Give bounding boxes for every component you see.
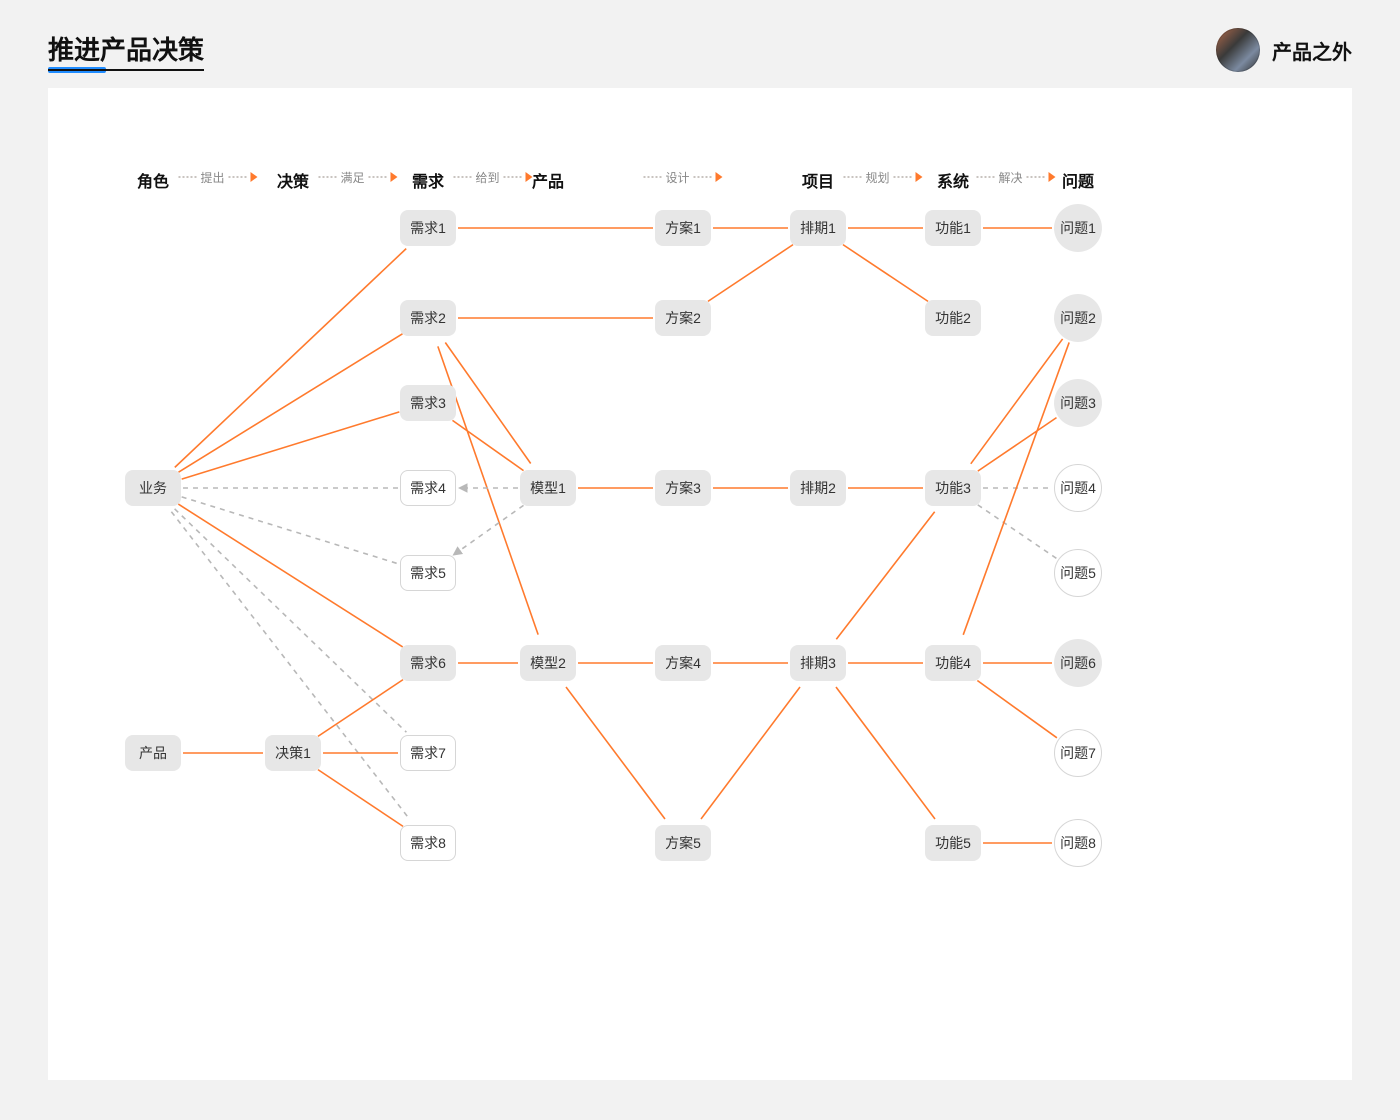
node-pln5: 方案5 — [655, 825, 711, 861]
node-req7: 需求7 — [400, 735, 456, 771]
node-req4: 需求4 — [400, 470, 456, 506]
header-arrow: 满足 — [318, 170, 397, 184]
edge — [452, 505, 523, 555]
node-fn5: 功能5 — [925, 825, 981, 861]
node-pln3: 方案3 — [655, 470, 711, 506]
node-sch3: 排期3 — [790, 645, 846, 681]
edge — [318, 770, 403, 827]
header-arrow: 提出 — [178, 170, 257, 184]
edge — [566, 687, 665, 819]
edge — [977, 681, 1057, 738]
column-header: 系统 — [937, 168, 969, 192]
node-pb7: 问题7 — [1054, 729, 1102, 777]
node-prod: 产品 — [125, 735, 181, 771]
node-pb8: 问题8 — [1054, 819, 1102, 867]
node-pb1: 问题1 — [1054, 204, 1102, 252]
edge — [708, 245, 793, 302]
brand-text: 产品之外 — [1272, 36, 1352, 65]
edge — [175, 249, 406, 468]
column-header: 决策 — [277, 168, 309, 192]
node-fn2: 功能2 — [925, 300, 981, 336]
chevron-right-icon — [716, 172, 723, 182]
edge — [701, 687, 800, 819]
node-fn1: 功能1 — [925, 210, 981, 246]
chevron-right-icon — [251, 172, 258, 182]
column-header: 问题 — [1062, 168, 1094, 192]
diagram-canvas: 角色提出决策满足需求给到产品设计项目规划系统解决问题 业务产品决策1需求1需求2… — [48, 88, 1352, 1080]
node-req8: 需求8 — [400, 825, 456, 861]
header-arrow: 规划 — [843, 170, 922, 184]
edge — [178, 504, 402, 647]
header-arrow: 解决 — [976, 170, 1055, 184]
header-arrow: 设计 — [643, 170, 722, 184]
avatar — [1216, 28, 1260, 72]
page-title: 推进产品决策 — [48, 30, 204, 71]
node-req2: 需求2 — [400, 300, 456, 336]
node-pln1: 方案1 — [655, 210, 711, 246]
column-header: 角色 — [137, 168, 169, 192]
edge — [175, 509, 407, 732]
chevron-right-icon — [391, 172, 398, 182]
edge — [836, 687, 935, 819]
node-req1: 需求1 — [400, 210, 456, 246]
column-header: 需求 — [412, 168, 444, 192]
node-pb5: 问题5 — [1054, 549, 1102, 597]
node-pb4: 问题4 — [1054, 464, 1102, 512]
edge — [182, 497, 400, 564]
node-req6: 需求6 — [400, 645, 456, 681]
column-header: 产品 — [532, 168, 564, 192]
node-sch2: 排期2 — [790, 470, 846, 506]
node-pb2: 问题2 — [1054, 294, 1102, 342]
header-arrow: 给到 — [453, 170, 532, 184]
edge — [836, 512, 934, 639]
node-biz: 业务 — [125, 470, 181, 506]
edge — [445, 343, 530, 464]
node-pb6: 问题6 — [1054, 639, 1102, 687]
chevron-right-icon — [1049, 172, 1056, 182]
node-pln2: 方案2 — [655, 300, 711, 336]
brand: 产品之外 — [1216, 28, 1352, 72]
edge — [171, 512, 409, 820]
edge — [978, 418, 1057, 472]
node-fn3: 功能3 — [925, 470, 981, 506]
node-req3: 需求3 — [400, 385, 456, 421]
node-mod2: 模型2 — [520, 645, 576, 681]
edge — [978, 505, 1057, 559]
edge — [843, 245, 928, 302]
node-sch1: 排期1 — [790, 210, 846, 246]
node-mod1: 模型1 — [520, 470, 576, 506]
edge — [182, 412, 400, 479]
edge — [452, 420, 523, 470]
edge — [971, 339, 1063, 464]
edge — [179, 334, 403, 472]
node-pln4: 方案4 — [655, 645, 711, 681]
node-dec1: 决策1 — [265, 735, 321, 771]
node-req5: 需求5 — [400, 555, 456, 591]
node-fn4: 功能4 — [925, 645, 981, 681]
node-pb3: 问题3 — [1054, 379, 1102, 427]
chevron-right-icon — [916, 172, 923, 182]
column-header: 项目 — [802, 168, 834, 192]
edge — [318, 680, 403, 737]
